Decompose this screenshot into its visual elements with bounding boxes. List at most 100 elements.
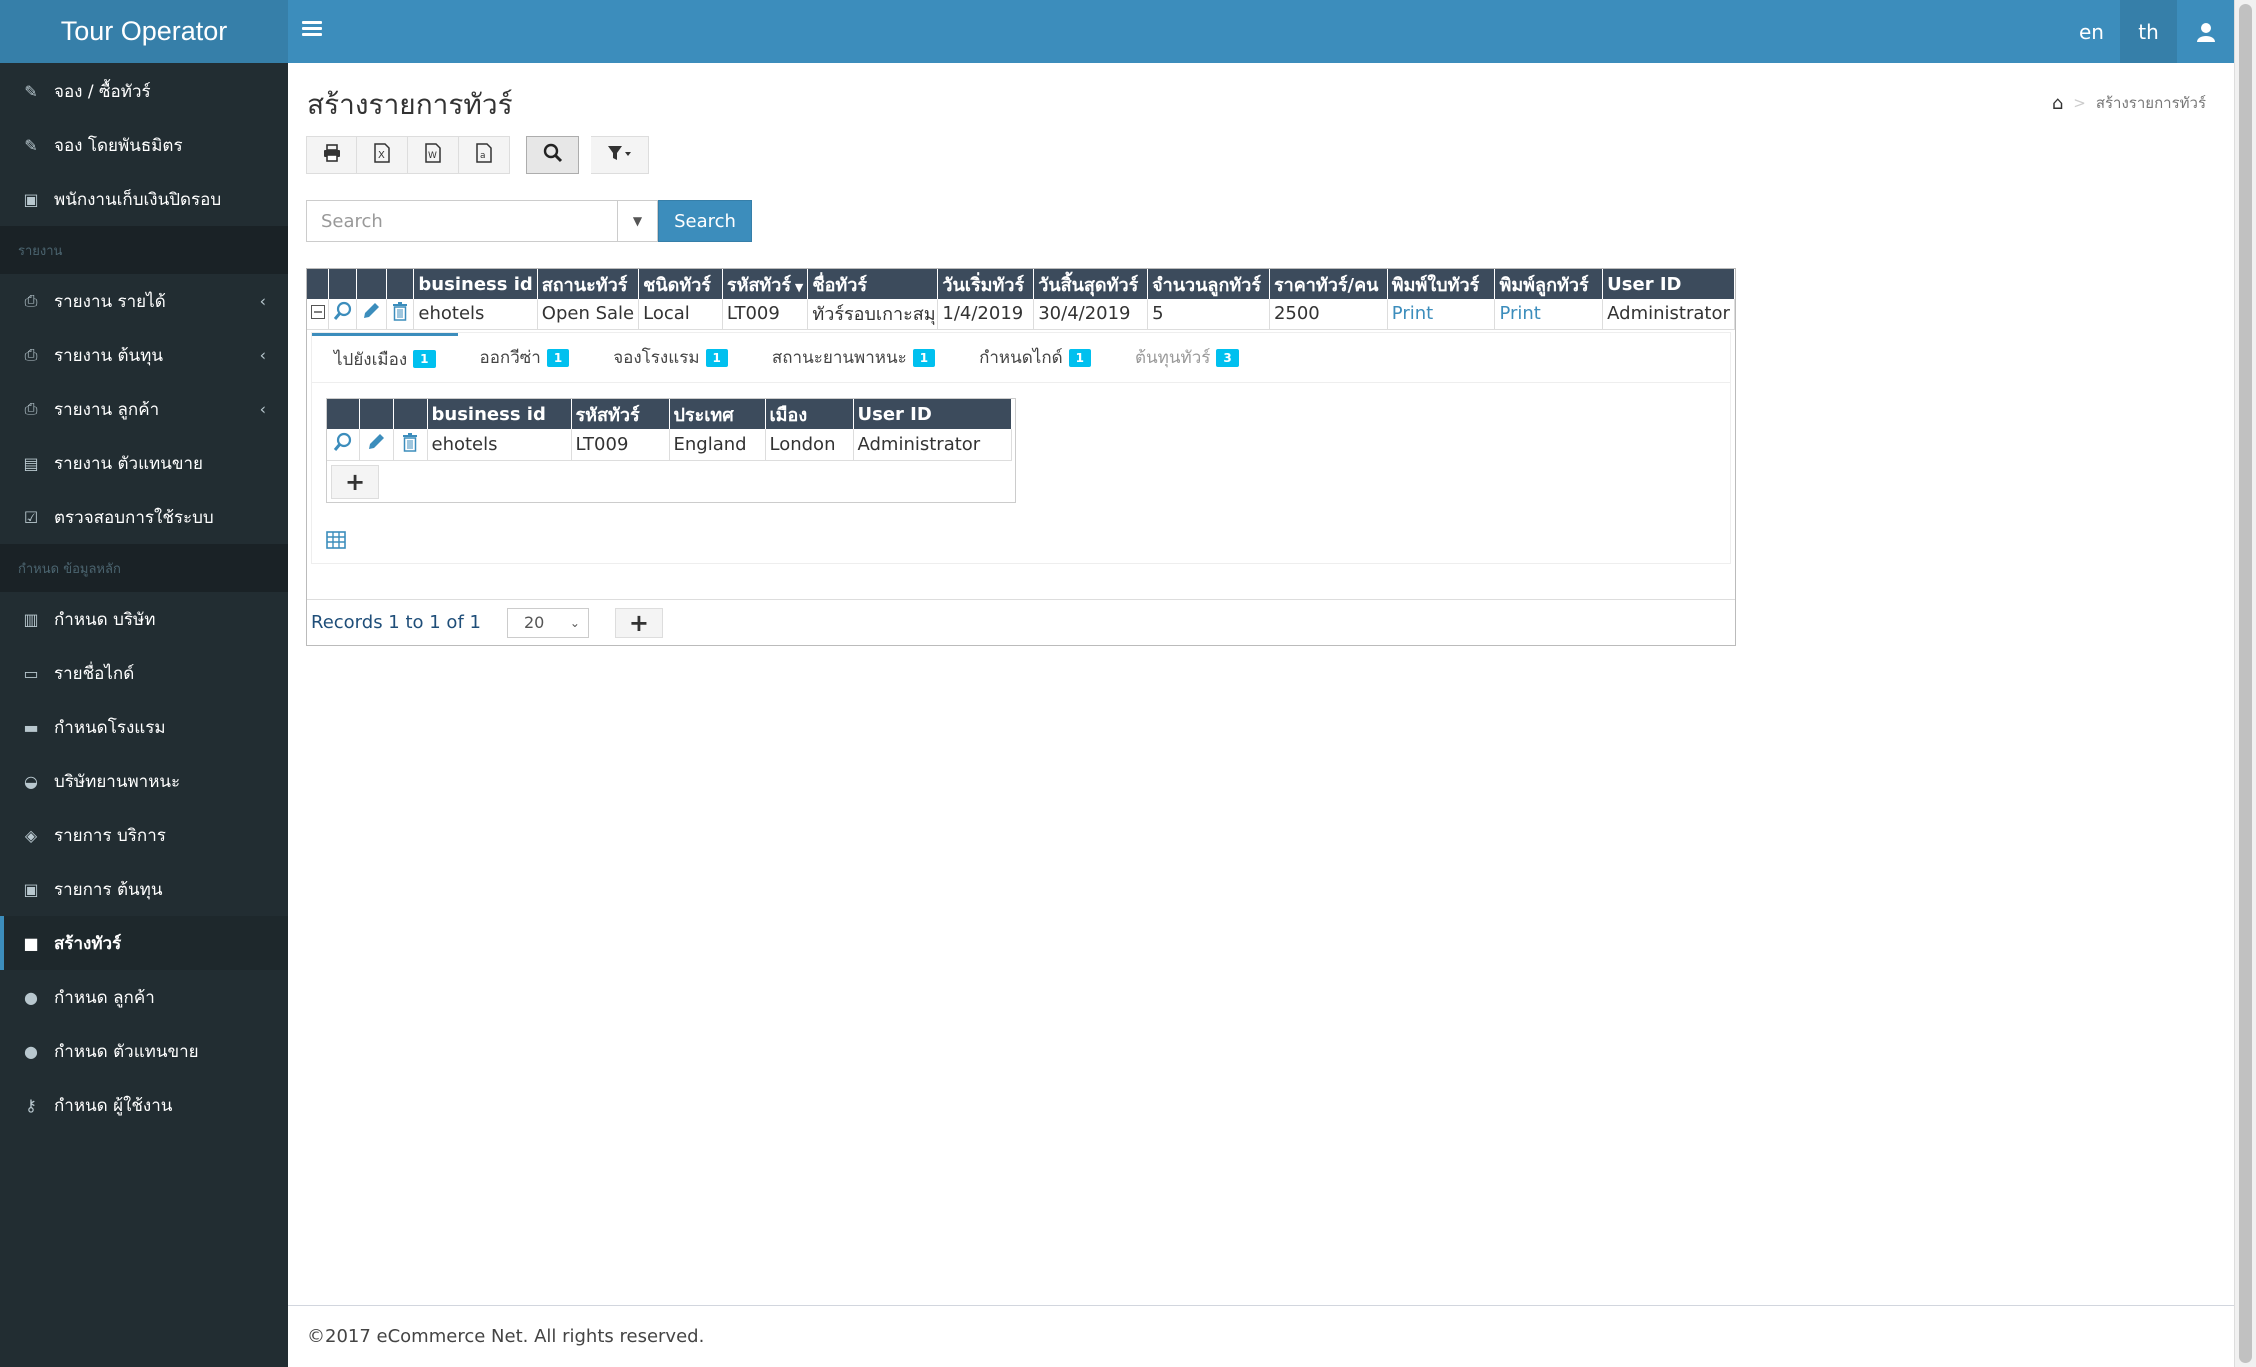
brand-logo[interactable]: Tour Operator	[0, 0, 288, 63]
column-header[interactable]: business id	[427, 399, 572, 429]
column-header[interactable]: ราคาทัวร์/คน	[1269, 269, 1388, 299]
column-header[interactable]: รหัสทัวร์	[571, 399, 670, 429]
count-badge: 1	[705, 348, 728, 367]
column-header[interactable]: วันเริ่มทัวร์	[937, 269, 1035, 299]
page-size-select[interactable]: 20 ⌄	[506, 607, 589, 638]
lang-th-button[interactable]: th	[2120, 0, 2177, 63]
tab-city[interactable]: ไปยังเมือง 1	[312, 333, 458, 382]
suitcase-icon: ■	[23, 933, 39, 953]
sidebar-item-vehicles[interactable]: ◒ บริษัทยานพาหนะ	[0, 754, 288, 808]
sidebar-item-services[interactable]: ◈ รายการ บริการ	[0, 808, 288, 862]
pager: Records 1 to 1 of 1 20 ⌄ +	[307, 599, 1735, 645]
cell-city: London	[765, 429, 854, 461]
word-icon: W	[425, 143, 441, 167]
table-header-row: business id รหัสทัวร์ ประเทศ เมือง User …	[327, 399, 1012, 429]
bed-icon: ▬	[23, 717, 39, 737]
count-badge: 3	[1216, 348, 1239, 367]
search-bar: Search ▼ Search	[306, 200, 752, 242]
search-input[interactable]: Search	[306, 200, 618, 242]
chevron-down-icon: ⌄	[569, 615, 580, 630]
print-tour-link[interactable]: Print	[1387, 299, 1496, 330]
sidebar-item-guides[interactable]: ▭ รายชื่อไกด์	[0, 646, 288, 700]
sidebar-item-create-tour[interactable]: ■ สร้างทัวร์	[0, 916, 288, 970]
export-toolbar: X W a	[306, 136, 649, 174]
add-city-button[interactable]: +	[331, 465, 379, 499]
sidebar-item-income-report[interactable]: ⎙ รายงาน รายได้ ‹	[0, 274, 288, 328]
count-badge: 1	[1068, 348, 1092, 367]
vertical-scrollbar[interactable]	[2234, 0, 2256, 1367]
table-icon[interactable]	[326, 530, 346, 554]
sidebar-item-audit[interactable]: ☑ ตรวจสอบการใช้ระบบ	[0, 490, 288, 544]
column-header[interactable]: จำนวนลูกทัวร์	[1147, 269, 1270, 299]
tab-hotel[interactable]: จองโรงแรม 1	[591, 333, 750, 382]
column-header[interactable]: business id	[413, 269, 538, 299]
sidebar-item-partner-booking[interactable]: ✎ จอง โดยพันธมิตร	[0, 118, 288, 172]
view-icon[interactable]	[327, 429, 360, 461]
sidebar-item-customers[interactable]: ● กำหนด ลูกค้า	[0, 970, 288, 1024]
tab-guide[interactable]: กำหนดไกด์ 1	[957, 333, 1113, 382]
sidebar-item-label: จอง / ซื้อทัวร์	[54, 81, 151, 102]
column-header[interactable]: พิมพ์ใบทัวร์	[1387, 269, 1496, 299]
edit-icon[interactable]	[359, 429, 394, 461]
column-header[interactable]: วันสิ้นสุดทัวร์	[1033, 269, 1149, 299]
export-word-button[interactable]: W	[408, 136, 459, 174]
lang-en-button[interactable]: en	[2063, 0, 2120, 63]
city-table: business id รหัสทัวร์ ประเทศ เมือง User …	[327, 399, 1012, 461]
column-header[interactable]: พิมพ์ลูกทัวร์	[1494, 269, 1604, 299]
delete-icon[interactable]	[386, 299, 415, 330]
collapse-icon[interactable]	[307, 299, 330, 330]
sidebar-item-cost-report[interactable]: ⎙ รายงาน ต้นทุน ‹	[0, 328, 288, 382]
tab-visa[interactable]: ออกวีซ่า 1	[458, 333, 592, 382]
sidebar-item-cashier[interactable]: ▣ พนักงานเก็บเงินปิดรอบ	[0, 172, 288, 226]
cell-business-id: ehotels	[413, 299, 538, 330]
export-pdf-button[interactable]: a	[459, 136, 510, 174]
cell-start-date: 1/4/2019	[937, 299, 1035, 330]
main-content: สร้างรายการทัวร์ ⌂ > สร้างรายการทัวร์ X …	[288, 63, 2234, 1305]
tab-tour-cost[interactable]: ต้นทุนทัวร์ 3	[1113, 333, 1261, 382]
filter-button[interactable]	[591, 136, 649, 174]
search-toggle-button[interactable]	[526, 136, 579, 174]
sidebar-item-customer-report[interactable]: ⎙ รายงาน ลูกค้า ‹	[0, 382, 288, 436]
svg-text:a: a	[480, 151, 486, 161]
column-header[interactable]: สถานะทัวร์	[537, 269, 640, 299]
user-icon[interactable]	[2177, 0, 2234, 63]
column-header[interactable]: User ID	[853, 399, 1012, 429]
delete-icon[interactable]	[393, 429, 428, 461]
print-customers-link[interactable]: Print	[1494, 299, 1604, 330]
column-header[interactable]: ชนิดทัวร์	[638, 269, 723, 299]
tab-label: สถานะยานพาหนะ	[771, 348, 907, 368]
print-button[interactable]	[306, 136, 357, 174]
sidebar-item-agents[interactable]: ● กำหนด ตัวแทนขาย	[0, 1024, 288, 1078]
column-header-sorted[interactable]: รหัสทัวร์ ▼	[722, 269, 809, 299]
table-header-row: business id สถานะทัวร์ ชนิดทัวร์ รหัสทัว…	[307, 269, 1735, 299]
car-icon: ◒	[24, 771, 38, 791]
print-icon: ⎙	[24, 399, 38, 418]
add-tour-button[interactable]: +	[614, 607, 663, 638]
table-row: ehotels Open Sale Local LT009 ทัวร์รอบเก…	[307, 299, 1735, 330]
count-badge: 1	[413, 350, 436, 368]
search-dropdown-toggle[interactable]: ▼	[618, 200, 658, 242]
table-row: ehotels LT009 England London Administrat…	[327, 429, 1012, 461]
cell-tour-name: ทัวร์รอบเกาะสมุย	[807, 299, 939, 330]
column-header[interactable]: เมือง	[765, 399, 854, 429]
cell-tour-code: LT009	[722, 299, 809, 330]
sidebar-item-book-tour[interactable]: ✎ จอง / ซื้อทัวร์	[0, 64, 288, 118]
tab-vehicle[interactable]: สถานะยานพาหนะ 1	[750, 333, 957, 382]
column-header[interactable]: User ID	[1602, 269, 1735, 299]
sidebar-item-label: กำหนด ตัวแทนขาย	[54, 1041, 199, 1062]
hamburger-menu-icon[interactable]	[302, 18, 322, 44]
column-header[interactable]: ชื่อทัวร์	[807, 269, 939, 299]
search-button[interactable]: Search	[658, 200, 752, 242]
sidebar-item-costs[interactable]: ▣ รายการ ต้นทุน	[0, 862, 288, 916]
export-excel-button[interactable]: X	[357, 136, 408, 174]
home-icon[interactable]: ⌂	[2052, 93, 2063, 114]
column-header[interactable]: ประเทศ	[669, 399, 766, 429]
filter-icon	[607, 144, 633, 166]
sidebar-item-users[interactable]: ⚷ กำหนด ผู้ใช้งาน	[0, 1078, 288, 1132]
edit-icon[interactable]	[356, 299, 387, 330]
sidebar-item-hotels[interactable]: ▬ กำหนดโรงแรม	[0, 700, 288, 754]
tab-label: ออกวีซ่า	[479, 348, 541, 368]
sidebar-item-company[interactable]: ▥ กำหนด บริษัท	[0, 592, 288, 646]
view-icon[interactable]	[328, 299, 358, 330]
sidebar-item-agent-report[interactable]: ▤ รายงาน ตัวแทนขาย	[0, 436, 288, 490]
